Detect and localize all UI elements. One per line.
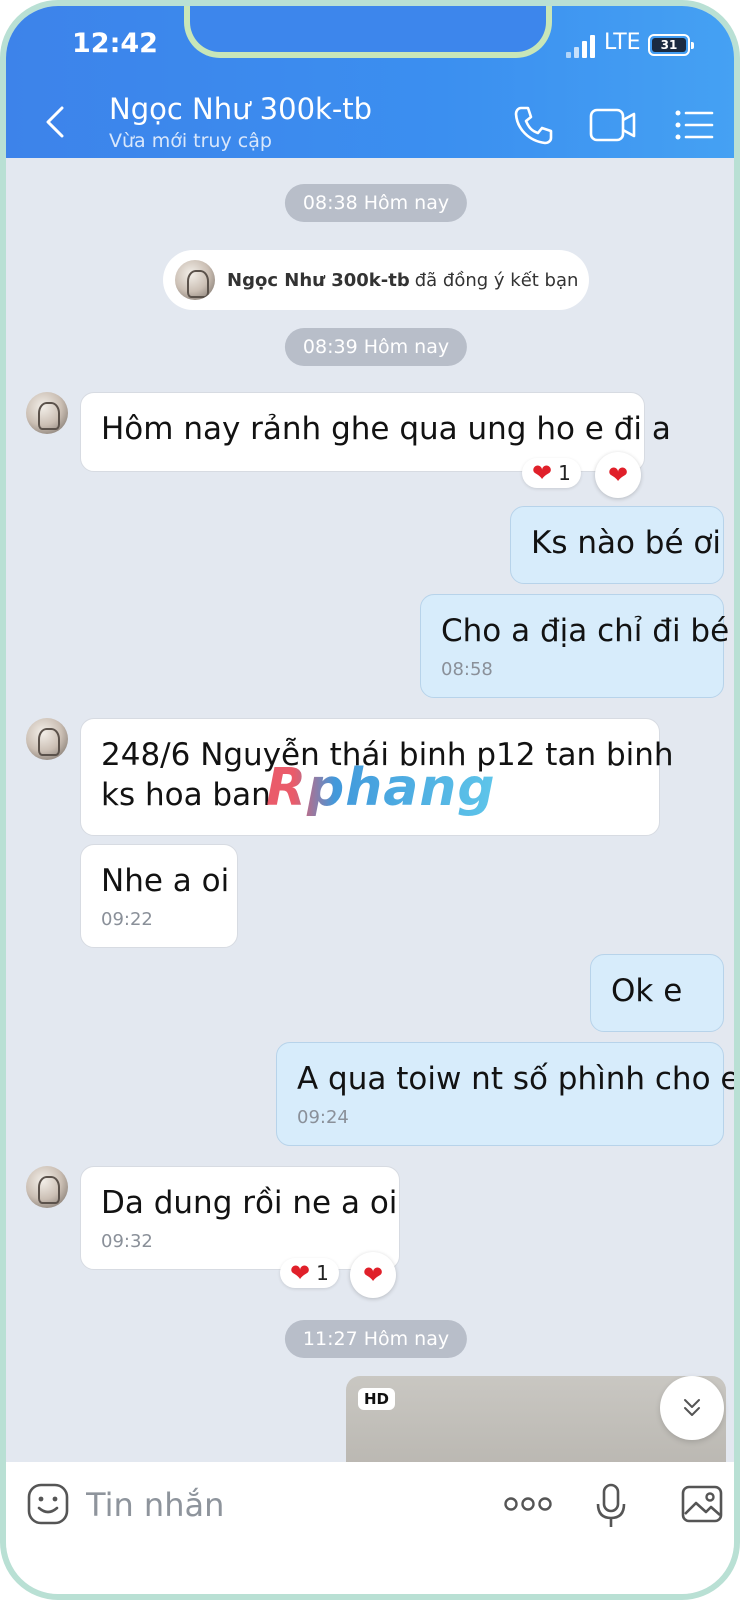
message-bubble-outgoing[interactable]: Cho a địa chỉ đi bé 08:58 <box>420 594 729 698</box>
note-contact-name: Ngọc Như 300k-tb <box>227 269 410 291</box>
react-button[interactable]: ❤ <box>595 452 641 498</box>
timestamp-divider: 08:38 Hôm nay <box>284 184 468 222</box>
chevron-double-down-icon <box>684 1399 700 1416</box>
timestamp-divider: 11:27 Hôm nay <box>284 1320 468 1358</box>
timestamp-divider: 08:39 Hôm nay <box>284 328 468 366</box>
heart-icon: ❤ <box>607 461 629 489</box>
watermark-logo: Rphang <box>266 758 496 818</box>
hd-badge: HD <box>358 1388 396 1410</box>
message-bubble-outgoing[interactable]: Ok e <box>590 954 724 1032</box>
reaction-count: 1 <box>316 1261 329 1285</box>
message-input-bar <box>6 1462 734 1594</box>
message-text: A qua toiw nt số phình cho e <box>297 1061 740 1097</box>
back-icon[interactable] <box>40 102 70 142</box>
reaction-count: 1 <box>558 461 571 485</box>
reaction-summary[interactable]: ❤ 1 <box>522 458 581 488</box>
signal-icon <box>566 34 598 58</box>
menu-list-icon[interactable] <box>674 108 714 142</box>
message-bubble-outgoing[interactable]: Ks nào bé ơi <box>510 506 724 584</box>
video-call-icon[interactable] <box>588 106 638 144</box>
emoji-icon[interactable] <box>26 1482 70 1526</box>
message-time: 09:22 <box>101 909 153 930</box>
phone-icon[interactable] <box>511 103 555 147</box>
message-input[interactable] <box>86 1480 466 1530</box>
microphone-icon[interactable] <box>594 1482 628 1530</box>
avatar[interactable] <box>26 1166 68 1208</box>
notch <box>184 6 552 58</box>
chat-header: 12:42 LTE 31 Ngọc Như 300k-tb Vừa mới tr… <box>6 6 734 158</box>
avatar[interactable] <box>26 392 68 434</box>
heart-icon: ❤ <box>532 459 553 487</box>
avatar <box>175 260 215 300</box>
message-bubble-incoming[interactable]: Da dung rồi ne a oi 09:32 <box>80 1166 400 1270</box>
contact-name[interactable]: Ngọc Như 300k-tb <box>109 92 372 126</box>
battery-icon: 31 <box>648 34 694 56</box>
contact-status: Vừa mới truy cập <box>109 130 272 152</box>
heart-icon: ❤ <box>290 1259 311 1287</box>
heart-icon: ❤ <box>362 1261 384 1289</box>
message-time: 08:58 <box>441 659 493 680</box>
network-label: LTE <box>604 30 641 55</box>
message-text: Ok e <box>611 973 683 1009</box>
avatar[interactable] <box>26 718 68 760</box>
chat-area[interactable]: 08:38 Hôm nay Ngọc Như 300k-tb đã đồng ý… <box>6 158 734 1476</box>
reaction-summary[interactable]: ❤ 1 <box>280 1258 339 1288</box>
friend-accepted-note: Ngọc Như 300k-tb đã đồng ý kết bạn <box>163 250 589 310</box>
message-bubble-outgoing[interactable]: A qua toiw nt số phình cho e 09:24 <box>276 1042 734 1146</box>
react-button[interactable]: ❤ <box>350 1252 396 1298</box>
note-text: đã đồng ý kết bạn <box>414 269 579 291</box>
message-time: 09:32 <box>101 1231 153 1252</box>
message-time: 09:24 <box>297 1107 349 1128</box>
more-icon[interactable] <box>504 1494 552 1514</box>
message-text: Nhe a oi <box>101 863 230 899</box>
message-text: Ks nào bé ơi <box>531 525 721 561</box>
message-bubble-incoming[interactable]: Nhe a oi 09:22 <box>80 844 238 948</box>
message-text: Da dung rồi ne a oi <box>101 1185 398 1221</box>
status-time: 12:42 <box>72 28 158 59</box>
battery-level: 31 <box>652 38 686 52</box>
scroll-down-button[interactable] <box>660 1376 724 1440</box>
message-text: Cho a địa chỉ đi bé <box>441 613 730 649</box>
phone-frame: 12:42 LTE 31 Ngọc Như 300k-tb Vừa mới tr… <box>0 0 740 1600</box>
message-text: Hôm nay rảnh ghe qua ung ho e đi a <box>101 411 671 447</box>
image-gallery-icon[interactable] <box>680 1484 724 1524</box>
